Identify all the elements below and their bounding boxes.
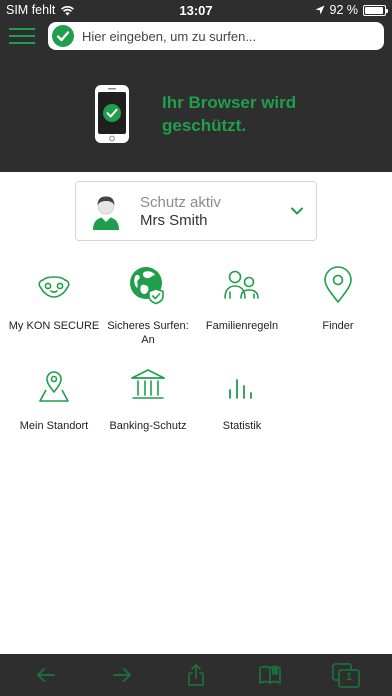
- location-pin-icon: [324, 266, 352, 303]
- tile-family-rules[interactable]: Familienregeln: [194, 265, 290, 333]
- bookmarks-icon[interactable]: [258, 663, 282, 687]
- tile-label: My KON SECURE: [8, 320, 100, 332]
- battery-icon: [363, 4, 388, 16]
- tile-label: Sicheres Surfen: An: [107, 320, 189, 346]
- tile-statistics[interactable]: Statistik: [194, 365, 290, 433]
- tabs-count: 1: [345, 671, 353, 683]
- forward-arrow-icon[interactable]: [110, 663, 134, 687]
- protected-phone-icon: [95, 85, 129, 143]
- tile-my-kon-secure[interactable]: My KON SECURE: [6, 265, 102, 333]
- share-icon[interactable]: [184, 663, 208, 687]
- header: SIM fehlt 13:07 92 % Hier eingeben, um z…: [0, 0, 392, 172]
- protection-status: Schutz aktiv: [140, 194, 221, 211]
- status-bar: SIM fehlt 13:07 92 %: [0, 0, 392, 20]
- profile-name: Mrs Smith: [140, 212, 208, 229]
- address-placeholder: Hier eingeben, um zu surfen...: [82, 29, 257, 44]
- bank-icon: [131, 369, 165, 399]
- tile-my-location[interactable]: Mein Standort: [6, 365, 102, 433]
- tile-label: Familienregeln: [205, 320, 279, 332]
- protection-message: Ihr Browser wird geschützt.: [162, 93, 297, 135]
- tile-label: Finder: [322, 320, 354, 332]
- avatar: [93, 196, 119, 230]
- tile-label: Banking-Schutz: [109, 420, 187, 432]
- browser-toolbar: 1: [0, 654, 392, 696]
- bar-chart-icon: [229, 379, 252, 399]
- address-bar[interactable]: Hier eingeben, um zu surfen...: [48, 22, 384, 50]
- profile-selector[interactable]: Schutz aktiv Mrs Smith: [75, 181, 317, 241]
- chevron-down-icon: [291, 207, 303, 215]
- tile-label: Mein Standort: [19, 420, 89, 432]
- location-arrow-icon: [315, 5, 324, 15]
- tabs-button[interactable]: 1: [331, 661, 361, 689]
- tile-label: Statistik: [222, 420, 262, 432]
- status-right: 92 %: [315, 3, 388, 17]
- tile-banking-protection[interactable]: Banking-Schutz: [100, 365, 196, 433]
- secure-check-icon: [52, 25, 74, 47]
- family-icon: [224, 270, 259, 299]
- menu-button[interactable]: [9, 26, 35, 46]
- globe-shield-icon: [130, 267, 164, 305]
- tile-safe-browsing[interactable]: Sicheres Surfen: An: [100, 265, 196, 347]
- map-pin-icon: [39, 371, 69, 402]
- tile-finder[interactable]: Finder: [290, 265, 386, 333]
- back-arrow-icon[interactable]: [34, 663, 58, 687]
- shield-face-icon: [38, 276, 70, 298]
- battery-percent: 92 %: [329, 3, 359, 17]
